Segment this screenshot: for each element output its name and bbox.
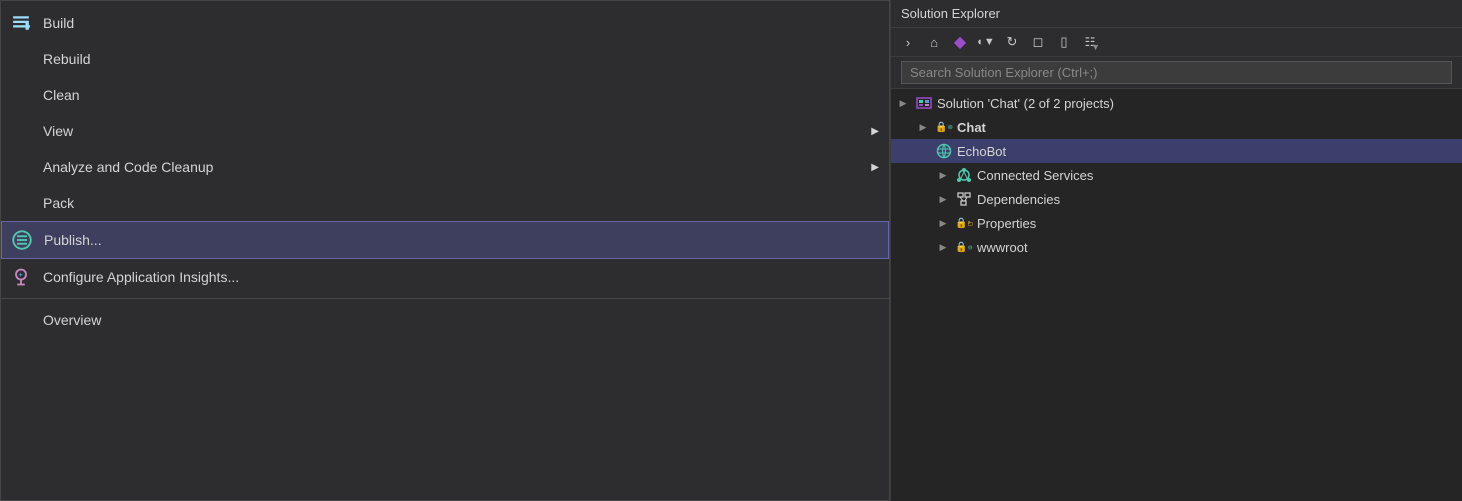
solution-explorer-toolbar: › ⌂ ◆ ◐▼ ↻ ◻ ▯ ☷ ▼ (891, 28, 1462, 57)
solution-explorer-tree: ▶ Solution 'Chat' (2 of 2 projects) ▶ 🔒 (891, 89, 1462, 501)
toolbar-vs-logo-btn[interactable]: ◆ (949, 31, 971, 53)
expander-dependencies[interactable]: ▶ (935, 191, 951, 207)
properties-label: Properties (977, 216, 1456, 231)
connected-services-icon (955, 166, 973, 184)
expander-chat[interactable]: ▶ (915, 119, 931, 135)
menu-build-label: Build (43, 15, 873, 31)
menu-pack-label: Pack (43, 195, 873, 211)
search-bar (891, 57, 1462, 89)
menu-item-overview[interactable]: Overview (1, 302, 889, 338)
menu-item-view[interactable]: View (1, 113, 889, 149)
expander-properties[interactable]: ▶ (935, 215, 951, 231)
solution-label: Solution 'Chat' (2 of 2 projects) (937, 96, 1456, 111)
menu-insights-label: Configure Application Insights... (43, 269, 873, 285)
toolbar-home-btn[interactable]: ⌂ (923, 31, 945, 53)
menu-item-rebuild[interactable]: Rebuild (1, 41, 889, 77)
menu-clean-label: Clean (43, 87, 873, 103)
toolbar-sync-btn[interactable]: ▯ (1053, 31, 1075, 53)
toolbar-back-btn[interactable]: › (897, 31, 919, 53)
toolbar-refresh-btn[interactable]: ↻ (1001, 31, 1023, 53)
rebuild-icon-spacer (9, 47, 33, 71)
menu-item-insights[interactable]: + Configure Application Insights... (1, 259, 889, 295)
menu-rebuild-label: Rebuild (43, 51, 873, 67)
clean-icon-spacer (9, 83, 33, 107)
tree-item-dependencies[interactable]: ▶ Dependencies (891, 187, 1462, 211)
analyze-icon-spacer (9, 155, 33, 179)
echobot-icon (935, 142, 953, 160)
search-input[interactable] (901, 61, 1452, 84)
toolbar-collapse-btn[interactable]: ◻ (1027, 31, 1049, 53)
solution-explorer-panel: Solution Explorer › ⌂ ◆ ◐▼ ↻ ◻ ▯ ☷ ▼ ▶ (890, 0, 1462, 501)
publish-icon (10, 228, 34, 252)
connected-services-label: Connected Services (977, 168, 1456, 183)
properties-icon: 🔒 (955, 214, 973, 232)
menu-item-build[interactable]: Build (1, 5, 889, 41)
menu-item-publish[interactable]: Publish... (1, 221, 889, 259)
tree-item-echobot[interactable]: EchoBot (891, 139, 1462, 163)
tree-item-connected-services[interactable]: ▶ Connected Services (891, 163, 1462, 187)
overview-icon-spacer (9, 308, 33, 332)
chat-label: Chat (957, 120, 1456, 135)
menu-analyze-label: Analyze and Code Cleanup (43, 159, 873, 175)
menu-item-analyze[interactable]: Analyze and Code Cleanup (1, 149, 889, 185)
solution-explorer-titlebar: Solution Explorer (891, 0, 1462, 28)
build-icon (9, 11, 33, 35)
echobot-label: EchoBot (957, 144, 1456, 159)
wwwroot-icon: 🔒 (955, 238, 973, 256)
solution-icon (915, 94, 933, 112)
context-menu: Build Rebuild Clean View Analyze and Cod… (0, 0, 890, 501)
menu-separator (1, 298, 889, 299)
toolbar-history-btn[interactable]: ◐▼ (975, 31, 997, 53)
chat-lock-icon: 🔒 (935, 118, 953, 136)
solution-explorer-title: Solution Explorer (901, 6, 1000, 21)
menu-publish-label: Publish... (44, 232, 872, 248)
wwwroot-label: wwwroot (977, 240, 1456, 255)
pack-icon-spacer (9, 191, 33, 215)
tree-item-chat[interactable]: ▶ 🔒 Chat (891, 115, 1462, 139)
menu-overview-label: Overview (43, 312, 873, 328)
dependencies-icon (955, 190, 973, 208)
toolbar-filter-btn[interactable]: ☷ ▼ (1079, 31, 1101, 53)
tree-item-wwwroot[interactable]: ▶ 🔒 wwwroot (891, 235, 1462, 259)
expander-wwwroot[interactable]: ▶ (935, 239, 951, 255)
tree-item-solution[interactable]: ▶ Solution 'Chat' (2 of 2 projects) (891, 91, 1462, 115)
menu-item-pack[interactable]: Pack (1, 185, 889, 221)
menu-view-label: View (43, 123, 873, 139)
dependencies-label: Dependencies (977, 192, 1456, 207)
svg-text:+: + (19, 270, 24, 279)
menu-item-clean[interactable]: Clean (1, 77, 889, 113)
tree-item-properties[interactable]: ▶ 🔒 Properties (891, 211, 1462, 235)
insights-icon: + (9, 265, 33, 289)
expander-solution[interactable]: ▶ (895, 95, 911, 111)
view-icon-spacer (9, 119, 33, 143)
expander-connected[interactable]: ▶ (935, 167, 951, 183)
